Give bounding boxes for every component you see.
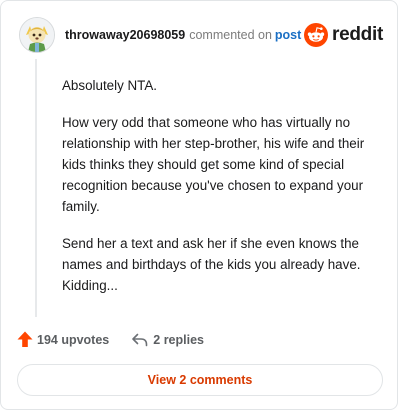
comment-paragraph: How very odd that someone who has virtua…: [62, 115, 365, 214]
comment-card: throwaway20698059 commented on post reddit…: [0, 0, 398, 410]
thread-line: [35, 59, 37, 317]
comment-paragraph: Send her a text and ask her if she even …: [62, 236, 361, 293]
replies-count: 2 replies: [153, 332, 204, 347]
author-line: throwaway20698059 commented on post: [65, 29, 301, 42]
replies-control[interactable]: 2 replies: [131, 332, 204, 347]
comment-body: Absolutely NTA. How very odd that someon…: [62, 75, 376, 312]
upvote-count: 194 upvotes: [37, 332, 110, 347]
comment-footer: 194 upvotes 2 replies: [17, 331, 204, 348]
reddit-brand[interactable]: reddit: [304, 23, 383, 47]
avatar[interactable]: [19, 17, 55, 53]
reddit-wordmark: reddit: [332, 24, 383, 45]
reply-arrow-icon: [132, 333, 148, 347]
post-link[interactable]: post: [275, 28, 301, 42]
cartoon-dog-avatar-icon: [20, 18, 54, 52]
comment-paragraph: Absolutely NTA.: [62, 78, 158, 93]
view-comments-button[interactable]: View 2 comments: [17, 364, 383, 396]
reddit-alien-logo-icon: [304, 23, 329, 47]
commented-on-text: commented on: [189, 27, 272, 42]
upvote-arrow-icon: [17, 331, 33, 347]
upvote-control[interactable]: 194 upvotes: [17, 331, 109, 348]
username-link[interactable]: throwaway20698059: [65, 28, 185, 42]
comment-header: throwaway20698059 commented on post reddit: [19, 17, 383, 53]
